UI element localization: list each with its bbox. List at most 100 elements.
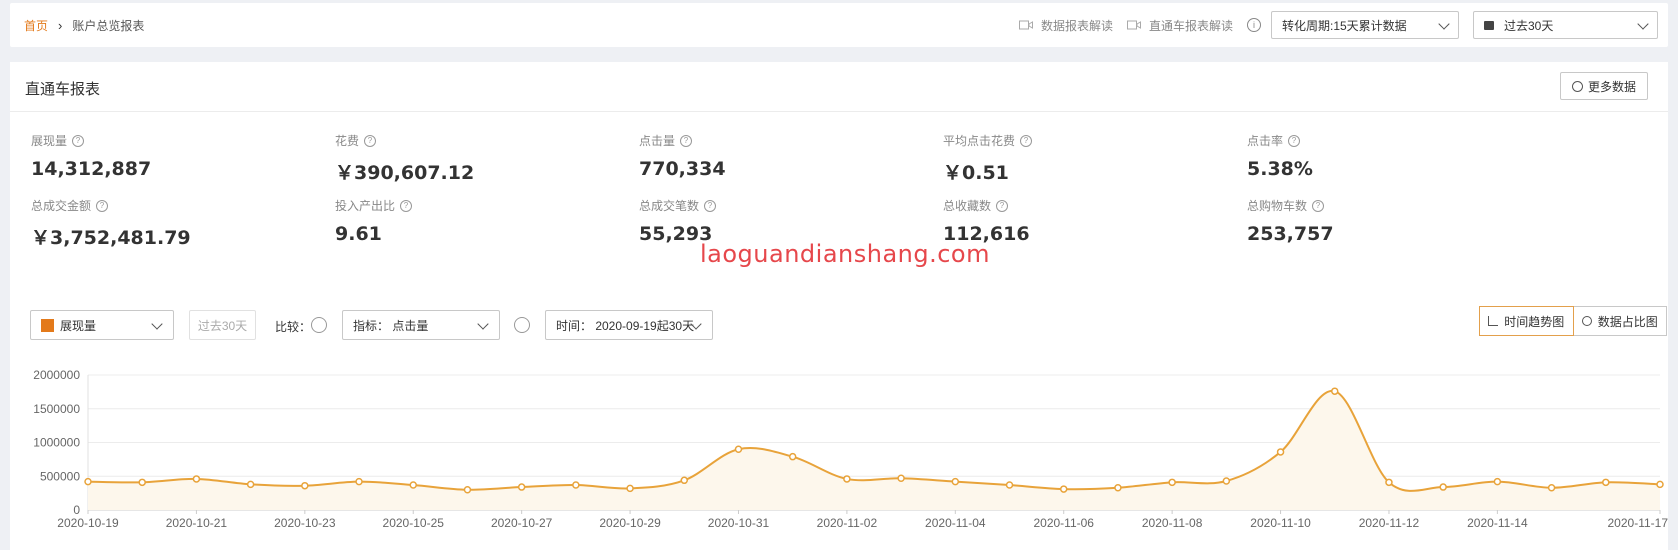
data-point bbox=[843, 475, 851, 483]
data-report-guide-label: 数据报表解读 bbox=[1040, 18, 1113, 33]
data-share-view-button[interactable]: 数据占比图 bbox=[1573, 306, 1667, 336]
data-report-guide-link[interactable]: 数据报表解读 bbox=[1018, 17, 1113, 34]
x-tick-label: 2020-10-19 bbox=[57, 516, 119, 530]
date-range-select[interactable]: 过去30天 bbox=[1473, 11, 1658, 39]
data-point bbox=[1602, 478, 1610, 487]
data-point bbox=[626, 484, 634, 493]
metric-value: 9.61 bbox=[335, 223, 382, 245]
compare-label: 比较： bbox=[275, 320, 312, 334]
video-icon bbox=[1018, 20, 1033, 30]
chevron-down-icon bbox=[151, 318, 163, 330]
top-bar: 首页 › 账户总览报表 数据报表解读 直通车报表解读 i 转化周期:15天累计数… bbox=[10, 3, 1668, 47]
time-trend-view-button[interactable]: 时间趋势图 bbox=[1479, 306, 1574, 336]
data-point bbox=[1005, 481, 1014, 489]
data-point bbox=[1059, 485, 1068, 493]
chevron-down-icon bbox=[477, 318, 489, 330]
y-tick-label: 0 bbox=[73, 503, 80, 517]
x-tick-label: 2020-11-04 bbox=[925, 516, 986, 530]
indicator-select[interactable]: 指标： 点击量 bbox=[342, 310, 500, 340]
help-icon[interactable]: ? bbox=[1288, 134, 1301, 147]
metric-roi: 投入产出比? 9.61 bbox=[335, 197, 413, 245]
x-tick-label: 2020-10-21 bbox=[166, 516, 228, 530]
compare-indicator-radio[interactable] bbox=[311, 317, 327, 333]
info-icon[interactable]: i bbox=[1247, 18, 1261, 32]
x-tick-label: 2020-11-17 bbox=[1608, 516, 1669, 530]
past-30-days-button[interactable]: 过去30天 bbox=[189, 310, 256, 340]
data-point bbox=[355, 477, 363, 486]
metric-label: 投入产出比 bbox=[335, 199, 396, 213]
help-icon[interactable]: ? bbox=[364, 134, 377, 147]
metric-value: ￥0.51 bbox=[943, 162, 1009, 184]
help-icon[interactable]: ? bbox=[680, 134, 693, 147]
conversion-cycle-select[interactable]: 转化周期:15天累计数据 bbox=[1271, 11, 1459, 39]
data-point bbox=[788, 452, 797, 461]
data-point bbox=[1439, 483, 1447, 491]
breadcrumb: 首页 › 账户总览报表 bbox=[24, 3, 144, 47]
metric-label: 总购物车数 bbox=[1247, 199, 1308, 213]
metric-label: 点击量 bbox=[639, 134, 676, 148]
chart-view-toggle: 时间趋势图 数据占比图 bbox=[1479, 306, 1667, 336]
metric-favorites: 总收藏数? 112,616 bbox=[943, 197, 1030, 245]
compare-time-radio[interactable] bbox=[514, 317, 530, 333]
help-icon[interactable]: ? bbox=[1312, 199, 1325, 212]
metric-select[interactable]: 展现量 bbox=[30, 310, 174, 340]
video-icon bbox=[1126, 20, 1141, 30]
x-tick-label: 2020-11-02 bbox=[817, 516, 878, 530]
data-point bbox=[192, 475, 201, 483]
x-tick-label: 2020-11-10 bbox=[1250, 516, 1311, 530]
line-chart-icon bbox=[1488, 316, 1499, 326]
data-point bbox=[1222, 477, 1231, 485]
metric-select-value: 展现量 bbox=[60, 318, 97, 333]
x-tick-label: 2020-10-23 bbox=[274, 516, 336, 530]
breadcrumb-current: 账户总览报表 bbox=[72, 18, 145, 33]
panel-title: 直通车报表 bbox=[25, 81, 101, 98]
metric-avg-cpc: 平均点击花费? ￥0.51 bbox=[943, 132, 1033, 185]
breadcrumb-home-link[interactable]: 首页 bbox=[24, 17, 48, 34]
metric-label: 总成交金额 bbox=[31, 199, 92, 213]
impressions-trend-chart: 0 500000 1000000 1500000 2000000 2020-10-19 20… bbox=[33, 368, 1669, 530]
more-data-button[interactable]: 更多数据 bbox=[1560, 72, 1648, 100]
metric-label: 总收藏数 bbox=[943, 199, 992, 213]
data-point bbox=[301, 481, 309, 490]
x-tick-label: 2020-10-25 bbox=[383, 516, 445, 530]
help-icon[interactable]: ? bbox=[996, 199, 1009, 212]
chevron-down-icon bbox=[1438, 18, 1450, 30]
help-icon[interactable]: ? bbox=[1020, 134, 1033, 147]
metric-value: 5.38% bbox=[1247, 158, 1313, 180]
metric-label: 平均点击花费 bbox=[943, 134, 1016, 148]
top-links: 数据报表解读 直通车报表解读 i 转化周期:15天累计数据 过去30天 bbox=[1018, 3, 1658, 47]
metric-clicks: 点击量? 770,334 bbox=[639, 132, 726, 180]
metric-value: ￥3,752,481.79 bbox=[31, 227, 191, 249]
data-point bbox=[1114, 483, 1122, 492]
metric-gmv: 总成交金额? ￥3,752,481.79 bbox=[31, 197, 191, 250]
metric-label: 点击率 bbox=[1247, 134, 1284, 148]
metric-label: 总成交笔数 bbox=[639, 199, 700, 213]
x-tick-label: 2020-11-08 bbox=[1142, 516, 1203, 530]
time-select[interactable]: 时间： 2020-09-19起30天 bbox=[545, 310, 713, 340]
metric-label: 展现量 bbox=[31, 134, 68, 148]
metric-impressions: 展现量? 14,312,887 bbox=[31, 132, 151, 180]
metric-value: ￥390,607.12 bbox=[335, 162, 475, 184]
data-point bbox=[246, 480, 255, 489]
data-share-label: 数据占比图 bbox=[1597, 314, 1658, 329]
help-icon[interactable]: ? bbox=[72, 134, 85, 147]
time-select-value: 时间： 2020-09-19起30天 bbox=[556, 318, 695, 333]
y-tick-label: 2000000 bbox=[33, 368, 80, 382]
help-icon[interactable]: ? bbox=[400, 199, 413, 212]
help-icon[interactable]: ? bbox=[96, 199, 109, 212]
y-tick-label: 500000 bbox=[40, 469, 80, 483]
metric-cart: 总购物车数? 253,757 bbox=[1247, 197, 1334, 245]
data-point bbox=[409, 481, 417, 489]
help-icon[interactable]: ? bbox=[704, 199, 717, 212]
y-tick-label: 1000000 bbox=[33, 436, 80, 450]
data-point bbox=[1168, 478, 1176, 487]
x-tick-label: 2020-10-29 bbox=[599, 516, 661, 530]
panel-header: 直通车报表 更多数据 bbox=[10, 62, 1668, 112]
date-range-value: 过去30天 bbox=[1504, 18, 1554, 33]
data-point bbox=[463, 486, 472, 494]
x-tick-label: 2020-10-27 bbox=[491, 516, 553, 530]
ztc-report-guide-link[interactable]: 直通车报表解读 bbox=[1126, 17, 1233, 34]
gear-icon bbox=[1571, 80, 1583, 92]
data-point bbox=[680, 476, 689, 485]
watermark-text: laoguandianshang.com bbox=[700, 240, 990, 268]
